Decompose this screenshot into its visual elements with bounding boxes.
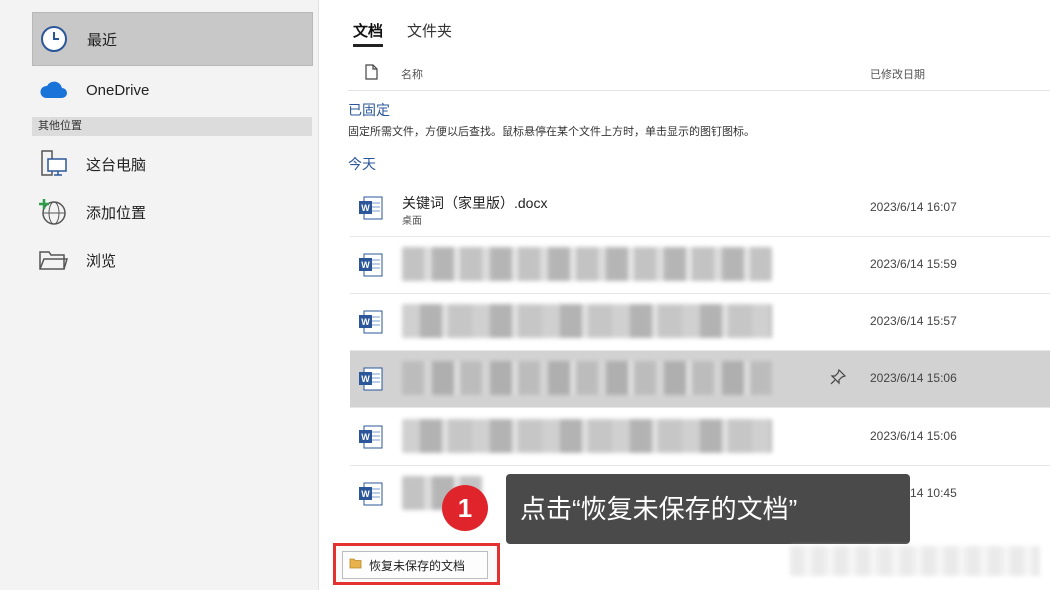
sidebar: 最近 OneDrive 其他位置 这台电脑 添加位置 浏览 [0,0,319,590]
sidebar-item-label: 添加位置 [86,204,147,222]
file-row[interactable]: W 关键词（家里版）.docx 桌面 2023/6/14 16:07 [350,180,1050,237]
sidebar-item-label: 这台电脑 [86,156,147,174]
add-location-icon [38,197,68,227]
word-document-icon: W [358,366,384,397]
sidebar-item-label: 最近 [87,31,118,49]
word-document-icon: W [358,424,384,455]
word-document-icon: W [358,195,384,226]
recover-unsaved-documents-button[interactable]: 恢复未保存的文档 [342,551,488,579]
pinned-heading: 已固定 [348,102,390,118]
file-row[interactable]: W 2023/6/14 15:59 [350,237,1050,294]
file-row[interactable]: W 2023/6/14 15:57 [350,294,1050,351]
file-type-icon [365,64,378,85]
sidebar-item-add-location[interactable]: 添加位置 [32,186,311,238]
instruction-callout: 点击“恢复未保存的文档” [506,474,910,544]
tab-documents[interactable]: 文档 [353,20,384,47]
sidebar-item-onedrive[interactable]: OneDrive [32,64,311,116]
file-date: 2023/6/14 15:06 [870,429,957,443]
svg-text:W: W [361,203,370,213]
sidebar-item-recent[interactable]: 最近 [32,12,313,66]
blurred-file-name [402,361,772,395]
sidebar-item-this-pc[interactable]: 这台电脑 [32,138,311,190]
word-document-icon: W [358,309,384,340]
pin-icon[interactable] [830,368,847,390]
computer-icon [38,149,68,179]
file-name: 关键词（家里版）.docx [402,195,548,211]
word-document-icon: W [358,481,384,512]
pinned-description: 固定所需文件，方便以后查找。鼠标悬停在某个文件上方时，单击显示的图钉图标。 [348,126,755,138]
tab-folders[interactable]: 文件夹 [407,20,452,41]
sidebar-item-label: OneDrive [86,81,150,99]
file-date: 2023/6/14 16:07 [870,200,957,214]
svg-text:W: W [361,489,370,499]
file-row[interactable]: W 2023/6/14 15:06 [350,409,1050,466]
column-header-name[interactable]: 名称 [401,66,423,82]
blurred-file-name [402,419,772,453]
watermark [790,546,1040,576]
other-locations-label: 其他位置 [32,117,312,136]
file-date: 2023/6/14 15:59 [870,257,957,271]
cloud-icon [38,75,68,105]
svg-text:W: W [361,432,370,442]
sidebar-item-label: 浏览 [86,252,117,270]
blurred-file-name [402,304,772,338]
svg-text:W: W [361,374,370,384]
file-row[interactable]: W 2023/6/14 15:06 [350,351,1050,408]
step-number-badge: 1 [442,485,488,531]
svg-text:W: W [361,260,370,270]
folder-icon [38,245,68,275]
clock-icon [39,24,69,54]
today-heading: 今天 [348,156,376,172]
recover-button-label: 恢复未保存的文档 [369,558,466,573]
folder-icon [349,558,363,572]
svg-text:W: W [361,317,370,327]
column-header-modified[interactable]: 已修改日期 [870,66,925,82]
word-document-icon: W [358,252,384,283]
file-date: 2023/6/14 15:57 [870,314,957,328]
blurred-file-name [402,247,772,281]
file-location: 桌面 [402,216,422,227]
divider [348,90,1050,91]
file-date: 2023/6/14 15:06 [870,371,957,385]
sidebar-item-browse[interactable]: 浏览 [32,234,311,286]
